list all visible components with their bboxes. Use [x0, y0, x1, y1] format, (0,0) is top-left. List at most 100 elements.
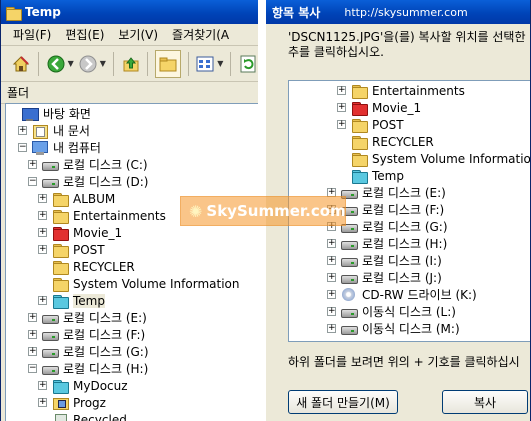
- tree-item[interactable]: + 이동식 디스크 (L:): [327, 303, 456, 320]
- folder-icon: [52, 277, 69, 292]
- expand-plus-icon[interactable]: +: [327, 273, 336, 282]
- tree-item[interactable]: + 로컬 디스크 (F:): [28, 326, 145, 343]
- tree-item[interactable]: + 로컬 디스크 (E:): [28, 309, 147, 326]
- expand-plus-icon[interactable]: +: [327, 239, 336, 248]
- explorer-titlebar[interactable]: Temp: [1, 0, 258, 24]
- tree-item[interactable]: 바탕 화면: [8, 105, 91, 122]
- drive-icon: [42, 175, 59, 189]
- menu-file[interactable]: 파일(F): [13, 26, 51, 43]
- tree-item[interactable]: + Entertainments: [337, 82, 465, 99]
- tree-item[interactable]: − 내 컴퓨터: [18, 139, 101, 156]
- expand-plus-icon[interactable]: +: [38, 398, 47, 407]
- tree-item[interactable]: + Temp: [38, 292, 105, 309]
- tree-item[interactable]: + CD-RW 드라이브 (K:): [327, 286, 477, 303]
- tree-item[interactable]: System Volume Information: [38, 275, 239, 292]
- drive-icon: [42, 345, 59, 359]
- expand-plus-icon[interactable]: +: [18, 126, 27, 135]
- title-url: http://skysummer.com: [344, 5, 468, 19]
- tree-item[interactable]: Recycled: [38, 411, 127, 421]
- expand-plus-icon[interactable]: +: [28, 330, 37, 339]
- tree-item[interactable]: + Movie_1: [38, 224, 122, 241]
- tree-item[interactable]: RECYCLER: [38, 258, 135, 275]
- tree-item[interactable]: + 내 문서: [18, 122, 90, 139]
- folder-tree[interactable]: 바탕 화면 + 내 문서 − 내 컴퓨터 + 로컬 디스크 (C:) − 로컬 디스크 (D:)…: [5, 103, 258, 421]
- tree-item[interactable]: + Movie_1: [337, 99, 421, 116]
- expand-plus-icon[interactable]: +: [38, 296, 47, 305]
- up-button[interactable]: [121, 52, 141, 76]
- folder-icon: [52, 260, 69, 275]
- expand-plus-icon[interactable]: +: [337, 120, 346, 129]
- expand-plus-icon[interactable]: +: [327, 324, 336, 333]
- collapse-minus-icon[interactable]: −: [18, 143, 27, 152]
- tree-item[interactable]: − 로컬 디스크 (D:): [28, 173, 148, 190]
- drive-icon: [341, 305, 358, 319]
- tree-item[interactable]: + 로컬 디스크 (H:): [327, 235, 447, 252]
- expand-plus-icon[interactable]: +: [38, 228, 47, 237]
- expand-plus-icon[interactable]: +: [337, 103, 346, 112]
- tree-item[interactable]: RECYCLER: [337, 133, 434, 150]
- expand-plus-icon[interactable]: +: [28, 313, 37, 322]
- tree-item[interactable]: + Entertainments: [38, 207, 166, 224]
- tree-item-label: 로컬 디스크 (H:): [63, 362, 149, 376]
- tree-item-label: 로컬 디스크 (F:): [362, 203, 445, 217]
- expand-plus-icon[interactable]: +: [38, 211, 47, 220]
- drive-icon: [42, 311, 59, 325]
- tree-item[interactable]: + 로컬 디스크 (C:): [28, 156, 148, 173]
- expand-plus-icon[interactable]: +: [327, 307, 336, 316]
- tree-item[interactable]: + 이동식 디스크 (M:): [327, 320, 460, 337]
- tree-item-label: Movie_1: [73, 225, 123, 240]
- back-button[interactable]: [46, 52, 66, 76]
- expand-plus-icon[interactable]: +: [38, 194, 47, 203]
- refresh-icon: [240, 55, 256, 72]
- tree-item[interactable]: + MyDocuz: [38, 377, 128, 394]
- back-dropdown-icon[interactable]: ▼: [68, 59, 74, 68]
- forward-dropdown-icon[interactable]: ▼: [100, 59, 106, 68]
- home-icon: [12, 55, 30, 71]
- expand-plus-icon[interactable]: +: [38, 245, 47, 254]
- toolbar-separator: [37, 51, 39, 76]
- folder-icon: [5, 6, 22, 21]
- expand-plus-icon[interactable]: +: [327, 290, 336, 299]
- tree-item[interactable]: + 로컬 디스크 (J:): [327, 269, 442, 286]
- tree-item[interactable]: + POST: [38, 241, 105, 258]
- forward-button[interactable]: [78, 52, 98, 76]
- toolbar-separator: [230, 51, 232, 76]
- tree-item[interactable]: System Volume Information: [337, 150, 530, 167]
- cyan-folder-icon: [351, 169, 368, 184]
- tree-item-label: 이동식 디스크 (M:): [362, 322, 460, 336]
- forward-arrow-icon: [79, 55, 97, 72]
- folder-icon: [351, 118, 368, 133]
- tree-item[interactable]: + ALBUM: [38, 190, 115, 207]
- toolbar: ▼ ▼ ▼: [1, 46, 258, 82]
- menu-edit[interactable]: 편집(E): [65, 26, 104, 43]
- tree-item-label: System Volume Information: [73, 276, 240, 291]
- tree-item[interactable]: + Progz: [38, 394, 106, 411]
- tree-item-label: 내 문서: [53, 124, 90, 138]
- refresh-button[interactable]: [238, 52, 258, 76]
- programs-folder-icon: [52, 396, 69, 410]
- dialog-titlebar[interactable]: 항목 복사 http://skysummer.com: [266, 0, 530, 24]
- expand-plus-icon[interactable]: +: [337, 86, 346, 95]
- collapse-minus-icon[interactable]: −: [28, 177, 37, 186]
- expand-plus-icon[interactable]: +: [28, 347, 37, 356]
- expand-plus-icon[interactable]: +: [28, 160, 37, 169]
- tree-item[interactable]: + POST: [337, 116, 404, 133]
- new-folder-button[interactable]: 새 폴더 만들기(M): [288, 390, 398, 414]
- drive-icon: [341, 322, 358, 336]
- tree-item[interactable]: + 로컬 디스크 (I:): [327, 252, 442, 269]
- tree-item-label: CD-RW 드라이브 (K:): [362, 288, 477, 302]
- tree-item[interactable]: Temp: [337, 167, 404, 184]
- folders-button[interactable]: [155, 49, 181, 78]
- tree-item[interactable]: − 로컬 디스크 (H:): [28, 360, 148, 377]
- expand-plus-icon[interactable]: +: [38, 381, 47, 390]
- expand-plus-icon[interactable]: +: [327, 256, 336, 265]
- copy-button[interactable]: 복사: [442, 390, 528, 414]
- menu-view[interactable]: 보기(V): [118, 26, 158, 43]
- views-dropdown-icon[interactable]: ▼: [217, 59, 223, 68]
- home-button[interactable]: [11, 52, 31, 76]
- tree-item-label: ALBUM: [73, 191, 116, 206]
- tree-item[interactable]: + 로컬 디스크 (G:): [28, 343, 149, 360]
- menu-favorites[interactable]: 즐겨찾기(A: [172, 26, 229, 43]
- views-button[interactable]: [196, 52, 216, 76]
- collapse-minus-icon[interactable]: −: [28, 364, 37, 373]
